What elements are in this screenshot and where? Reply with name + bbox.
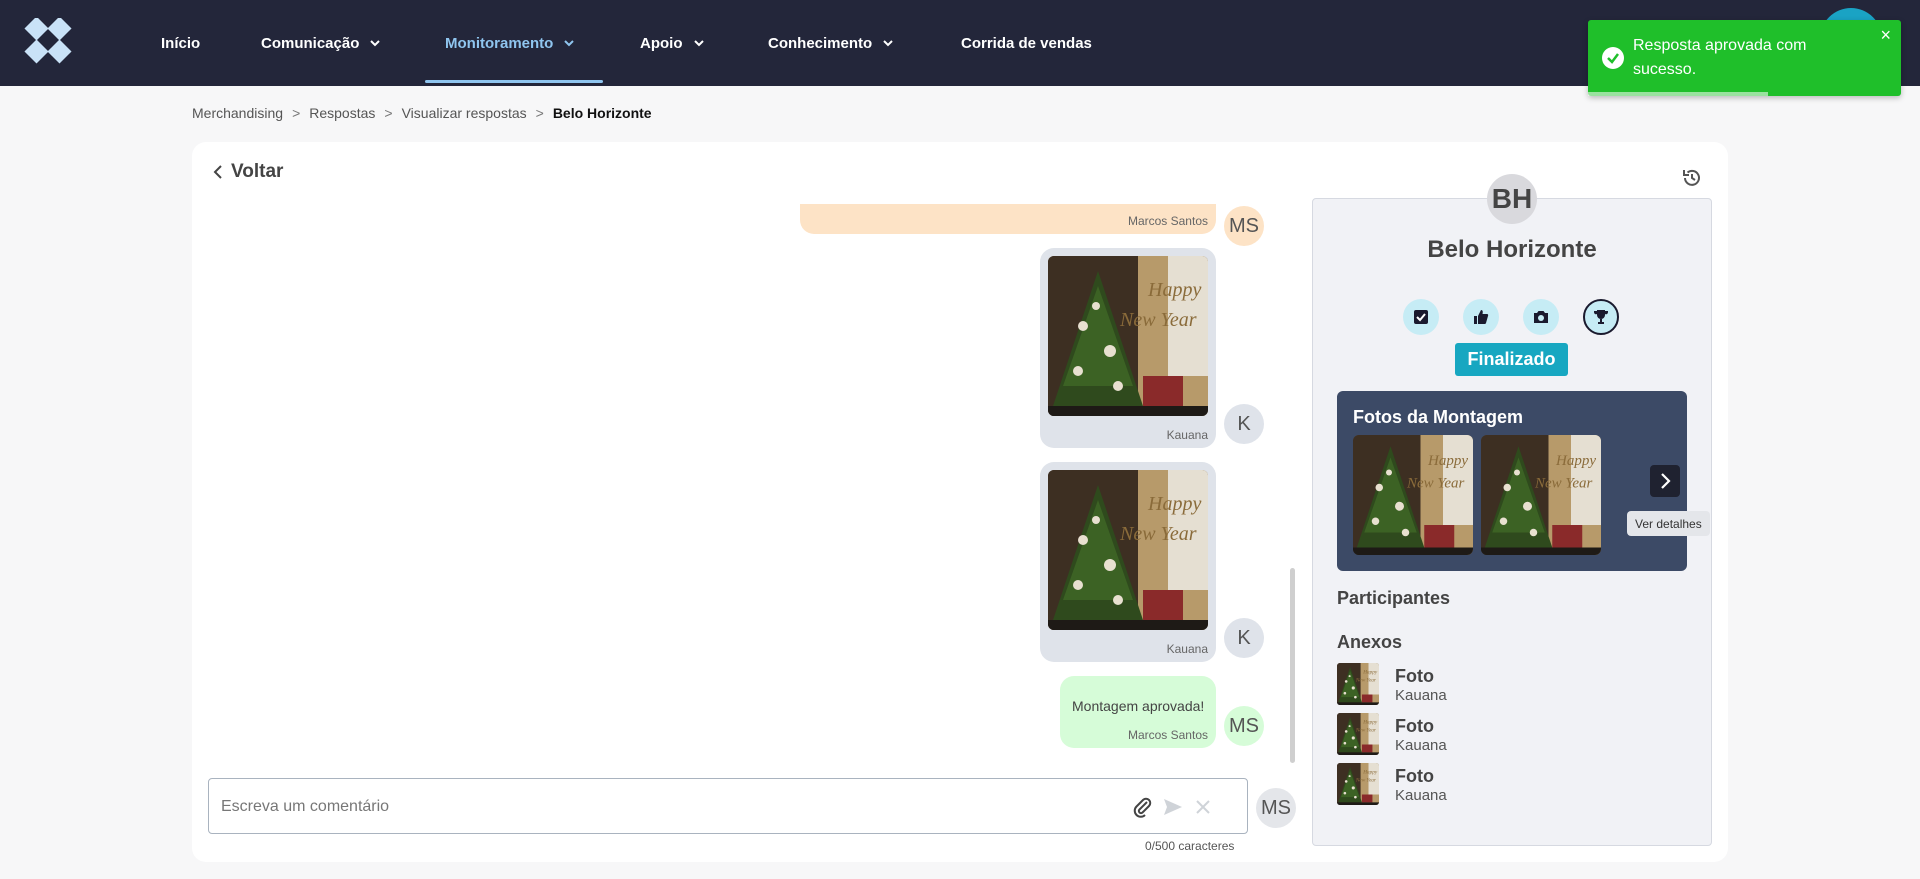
nav-item-conhecimento[interactable]: Conhecimento — [768, 0, 894, 86]
chat-message: Marcos Santos — [800, 204, 1216, 234]
attachment-item[interactable]: Foto Kauana — [1337, 663, 1637, 707]
attachments-title: Anexos — [1337, 632, 1403, 652]
avatar: K — [1224, 404, 1264, 444]
attachment-thumbnail — [1337, 713, 1379, 755]
panel-title: Belo Horizonte — [1427, 236, 1597, 263]
breadcrumb-visualizar-respostas[interactable]: Visualizar respostas — [402, 105, 527, 121]
app-logo-icon[interactable] — [22, 18, 74, 70]
comment-composer — [208, 778, 1248, 834]
avatar: MS — [1224, 706, 1264, 746]
avatar: MS — [1256, 788, 1296, 828]
chevron-down-icon — [693, 40, 704, 47]
chat-scrollbar[interactable] — [1290, 568, 1295, 763]
message-author: Marcos Santos — [1127, 728, 1208, 742]
trophy-icon[interactable] — [1583, 299, 1619, 335]
comment-input[interactable] — [221, 793, 1101, 821]
breadcrumb-respostas[interactable]: Respostas — [309, 105, 375, 121]
back-label: Voltar — [231, 161, 284, 182]
check-circle-icon — [1602, 47, 1624, 69]
avatar-initials: K — [1237, 626, 1251, 649]
breadcrumb-separator: > — [292, 105, 301, 121]
gallery-photo[interactable] — [1481, 435, 1601, 555]
history-icon[interactable] — [1680, 166, 1704, 190]
gallery-title: Fotos da Montagem — [1353, 407, 1523, 427]
paperclip-icon[interactable] — [1131, 795, 1155, 819]
attachment-author: Kauana — [1395, 687, 1447, 704]
chat-message-photo: Kauana — [1040, 248, 1216, 448]
chat-thread[interactable]: Marcos Santos MS Kauana K Kauana K Monta… — [200, 204, 1282, 764]
chevron-left-icon — [213, 165, 222, 179]
location-avatar: BH — [1487, 174, 1537, 224]
photo-gallery: Fotos da Montagem — [1337, 391, 1687, 571]
close-icon[interactable]: × — [1880, 26, 1891, 44]
attachment-name: Foto — [1395, 716, 1434, 736]
avatar-initials: MS — [1229, 214, 1259, 237]
nav-item-label: Início — [161, 34, 201, 52]
success-toast: Resposta aprovada com sucesso. × — [1588, 20, 1901, 96]
close-icon[interactable] — [1191, 795, 1215, 819]
tooltip-ver-detalhes: Ver detalhes — [1627, 511, 1710, 536]
checkbox-icon[interactable] — [1403, 299, 1439, 335]
message-author: Kauana — [1166, 642, 1208, 656]
chevron-right-icon — [1661, 473, 1671, 489]
participants-title: Participantes — [1337, 588, 1451, 608]
message-author: Marcos Santos — [1127, 214, 1208, 228]
attachment-thumbnail — [1337, 663, 1379, 705]
nav-item-label: Conhecimento — [768, 34, 873, 52]
chat-message-photo: Kauana — [1040, 462, 1216, 662]
attachment-item[interactable]: Foto Kauana — [1337, 713, 1637, 757]
toast-message: Resposta aprovada com sucesso. — [1633, 37, 1807, 78]
nav-item-label: Corrida de vendas — [961, 34, 1092, 52]
attachment-name: Foto — [1395, 666, 1434, 686]
gallery-photo[interactable] — [1353, 435, 1473, 555]
message-photo[interactable] — [1048, 256, 1208, 416]
attachment-item[interactable]: Foto Kauana — [1337, 763, 1637, 807]
chat-message: Montagem aprovada! Marcos Santos — [1060, 676, 1216, 748]
chevron-down-icon — [370, 40, 381, 47]
send-icon[interactable] — [1161, 795, 1185, 819]
attachment-name: Foto — [1395, 766, 1434, 786]
nav-item-label: Monitoramento — [445, 34, 554, 52]
nav-item-apoio[interactable]: Apoio — [640, 0, 705, 86]
breadcrumb-current: Belo Horizonte — [552, 105, 652, 121]
attachment-author: Kauana — [1395, 737, 1447, 754]
nav-item-comunicacao[interactable]: Comunicação — [261, 0, 381, 86]
nav-item-monitoramento[interactable]: Monitoramento — [445, 0, 575, 86]
message-author: Kauana — [1166, 428, 1208, 442]
avatar-initials: MS — [1261, 796, 1291, 819]
breadcrumb-separator: > — [384, 105, 393, 121]
nav-item-label: Apoio — [640, 34, 683, 52]
nav-item-corrida-de-vendas[interactable]: Corrida de vendas — [961, 0, 1092, 86]
toast-progress-bar — [1588, 92, 1768, 96]
active-nav-indicator — [425, 80, 603, 83]
breadcrumb-separator: > — [535, 105, 544, 121]
message-photo[interactable] — [1048, 470, 1208, 630]
camera-icon[interactable] — [1523, 299, 1559, 335]
breadcrumb-merchandising[interactable]: Merchandising — [192, 105, 283, 121]
breadcrumb: Merchandising > Respostas > Visualizar r… — [192, 105, 652, 121]
status-badge: Finalizado — [1455, 343, 1568, 376]
attachment-thumbnail — [1337, 763, 1379, 805]
gallery-next-button[interactable] — [1650, 465, 1680, 497]
character-counter: 0/500 caracteres — [1145, 839, 1235, 853]
thumbs-up-icon[interactable] — [1463, 299, 1499, 335]
nav-item-label: Comunicação — [261, 34, 360, 52]
attachment-author: Kauana — [1395, 787, 1447, 804]
avatar: K — [1224, 618, 1264, 658]
chevron-down-icon — [564, 40, 575, 47]
message-text: Montagem aprovada! — [1072, 698, 1205, 714]
chevron-down-icon — [883, 40, 893, 47]
avatar: MS — [1224, 206, 1264, 246]
nav-item-inicio[interactable]: Início — [161, 0, 200, 86]
avatar-initials: MS — [1229, 714, 1259, 737]
avatar-initials: K — [1237, 412, 1251, 435]
back-button[interactable]: Voltar — [213, 161, 283, 183]
